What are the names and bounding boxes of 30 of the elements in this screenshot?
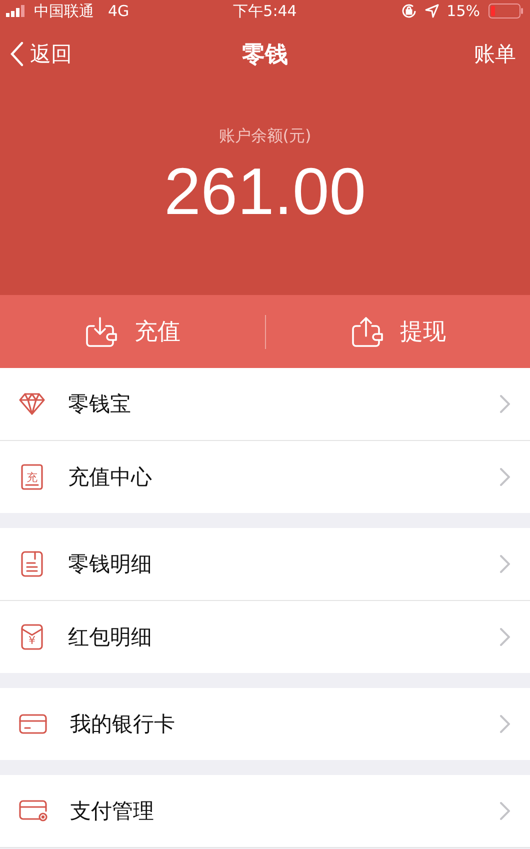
wallet-icon bbox=[18, 799, 48, 823]
rotation-lock-icon bbox=[400, 3, 417, 19]
balance-label: 账户余额(元) bbox=[218, 126, 312, 147]
diamond-icon bbox=[18, 392, 46, 416]
battery-percent: 15% bbox=[446, 2, 480, 20]
menu-item[interactable]: 充 充值中心 bbox=[18, 441, 510, 513]
document-icon bbox=[18, 550, 46, 578]
chevron-right-icon bbox=[500, 395, 510, 413]
chevron-right-icon bbox=[500, 468, 510, 486]
balance-amount: 261.00 bbox=[164, 153, 366, 229]
bank-card-icon bbox=[18, 713, 48, 735]
network-type: 4G bbox=[108, 2, 130, 20]
chevron-right-icon bbox=[500, 715, 510, 733]
chevron-right-icon bbox=[500, 628, 510, 646]
carrier-name: 中国联通 bbox=[34, 2, 94, 20]
location-arrow-icon bbox=[424, 4, 439, 18]
envelope-icon: ¥ bbox=[18, 623, 46, 651]
recharge-icon: 充 bbox=[18, 463, 46, 491]
menu-item[interactable]: ¥ 红包明细 bbox=[18, 601, 510, 673]
chevron-right-icon bbox=[500, 802, 510, 820]
battery-icon bbox=[488, 3, 524, 19]
chevron-right-icon bbox=[500, 555, 510, 573]
menu-item[interactable]: 零钱明细 bbox=[18, 528, 510, 600]
chevron-left-icon bbox=[10, 41, 24, 67]
page-title: 零钱 bbox=[242, 40, 288, 70]
menu-item[interactable]: 零钱宝 bbox=[18, 368, 510, 440]
bill-button[interactable]: 账单 bbox=[470, 40, 520, 68]
upload-tray-icon bbox=[350, 316, 386, 348]
clock-time: 下午5:44 bbox=[233, 2, 297, 20]
back-button[interactable]: 返回 bbox=[10, 40, 72, 68]
